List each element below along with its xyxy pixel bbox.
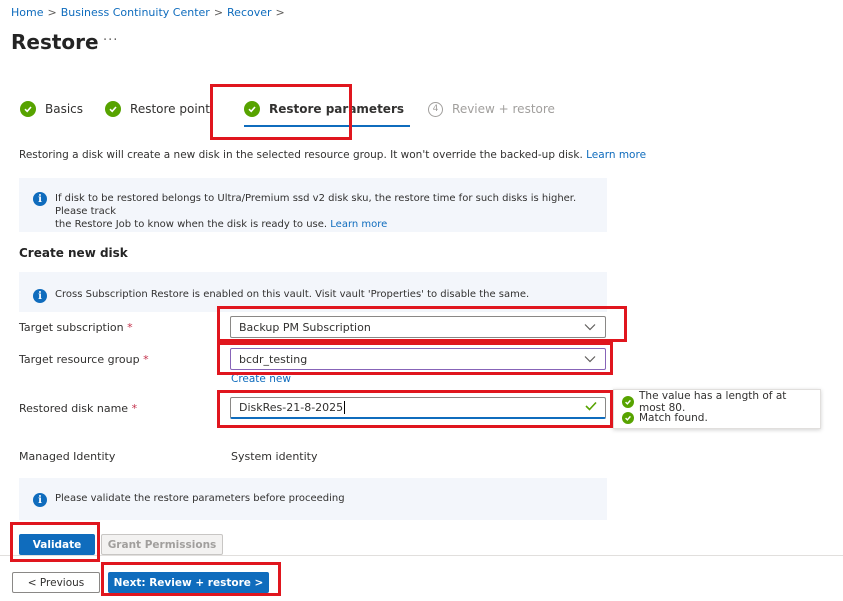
dropdown-value: bcdr_testing: [239, 352, 308, 366]
chevron-down-icon: [583, 320, 597, 334]
success-icon: [622, 396, 634, 408]
step-basics[interactable]: Basics: [20, 97, 83, 121]
section-title-create-new-disk: Create new disk: [19, 246, 128, 260]
checkmark-icon: [20, 101, 36, 117]
more-options-button[interactable]: ···: [103, 33, 118, 48]
breadcrumb-business-continuity-center[interactable]: Business Continuity Center: [61, 6, 210, 19]
intro-description: Restoring a disk will create a new disk …: [19, 149, 583, 161]
notice-text: If disk to be restored belongs to Ultra/…: [55, 192, 593, 231]
step-label: Basics: [45, 102, 84, 116]
managed-identity-label: Managed Identity: [19, 450, 116, 463]
required-marker: *: [127, 321, 133, 334]
page-title: Restore: [11, 30, 99, 54]
validate-notice: i Please validate the restore parameters…: [19, 478, 607, 520]
dropdown-value: Backup PM Subscription: [239, 320, 371, 334]
restored-disk-name-input[interactable]: DiskRes-21-8-2025: [230, 397, 606, 419]
intro-text: Restoring a disk will create a new disk …: [19, 149, 646, 161]
info-icon: i: [33, 289, 47, 303]
breadcrumb-separator: >: [275, 6, 285, 19]
notice-line-1: If disk to be restored belongs to Ultra/…: [55, 193, 577, 217]
target-subscription-label: Target subscription *: [19, 321, 133, 334]
step-restore-parameters[interactable]: Restore parameters: [243, 97, 411, 127]
label-text: Target resource group: [19, 353, 140, 366]
validate-button[interactable]: Validate: [19, 534, 95, 555]
label-text: Restored disk name: [19, 402, 129, 415]
notice-text: Please validate the restore parameters b…: [55, 493, 345, 504]
notice-line-2: the Restore Job to know when the disk is…: [55, 219, 328, 230]
notice-text: Cross Subscription Restore is enabled on…: [55, 289, 530, 300]
target-subscription-dropdown[interactable]: Backup PM Subscription: [230, 316, 606, 338]
breadcrumb: Home > Business Continuity Center > Reco…: [11, 6, 285, 19]
info-icon: i: [33, 192, 47, 206]
target-resource-group-label: Target resource group *: [19, 353, 149, 366]
breadcrumb-separator: >: [213, 6, 224, 19]
previous-button[interactable]: < Previous: [12, 572, 100, 593]
step-number-icon: 4: [428, 101, 444, 117]
label-text: Target subscription: [19, 321, 124, 334]
success-icon: [622, 412, 634, 424]
text-caret: [344, 401, 346, 415]
step-label: Restore point: [130, 102, 210, 116]
checkmark-icon: [105, 101, 122, 117]
step-label: Review + restore: [452, 102, 555, 116]
required-marker: *: [143, 353, 149, 366]
breadcrumb-home[interactable]: Home: [11, 6, 43, 19]
required-marker: *: [131, 402, 138, 415]
step-restore-point[interactable]: Restore point: [105, 97, 210, 121]
validation-tooltip: The value has a length of at most 80. Ma…: [613, 389, 821, 429]
restored-disk-name-label: Restored disk name *: [19, 402, 137, 415]
grant-permissions-button[interactable]: Grant Permissions: [101, 534, 223, 555]
create-new-resource-group-link[interactable]: Create new: [231, 373, 291, 385]
ultra-disk-notice: i If disk to be restored belongs to Ultr…: [19, 178, 607, 232]
notice-learn-more-link[interactable]: Learn more: [330, 219, 387, 230]
cross-subscription-notice: i Cross Subscription Restore is enabled …: [19, 272, 607, 312]
checkmark-icon: [243, 101, 260, 117]
target-resource-group-dropdown[interactable]: bcdr_testing: [230, 348, 606, 370]
breadcrumb-recover[interactable]: Recover: [227, 6, 272, 19]
next-review-restore-button[interactable]: Next: Review + restore >: [108, 572, 269, 593]
input-value: DiskRes-21-8-2025: [239, 400, 344, 414]
footer-divider: [0, 555, 843, 556]
step-label: Restore parameters: [268, 102, 405, 116]
step-review-restore[interactable]: 4 Review + restore: [428, 97, 555, 121]
validation-rule-length: The value has a length of at most 80.: [639, 390, 787, 414]
breadcrumb-separator: >: [47, 6, 57, 19]
valid-check-icon: [585, 401, 597, 414]
validation-rule-match: Match found.: [639, 412, 708, 424]
info-icon: i: [33, 493, 47, 507]
managed-identity-value: System identity: [231, 450, 318, 463]
wizard-steps: Basics Restore point Restore parameters …: [20, 96, 577, 127]
learn-more-link[interactable]: Learn more: [586, 149, 646, 161]
chevron-down-icon: [583, 352, 597, 366]
